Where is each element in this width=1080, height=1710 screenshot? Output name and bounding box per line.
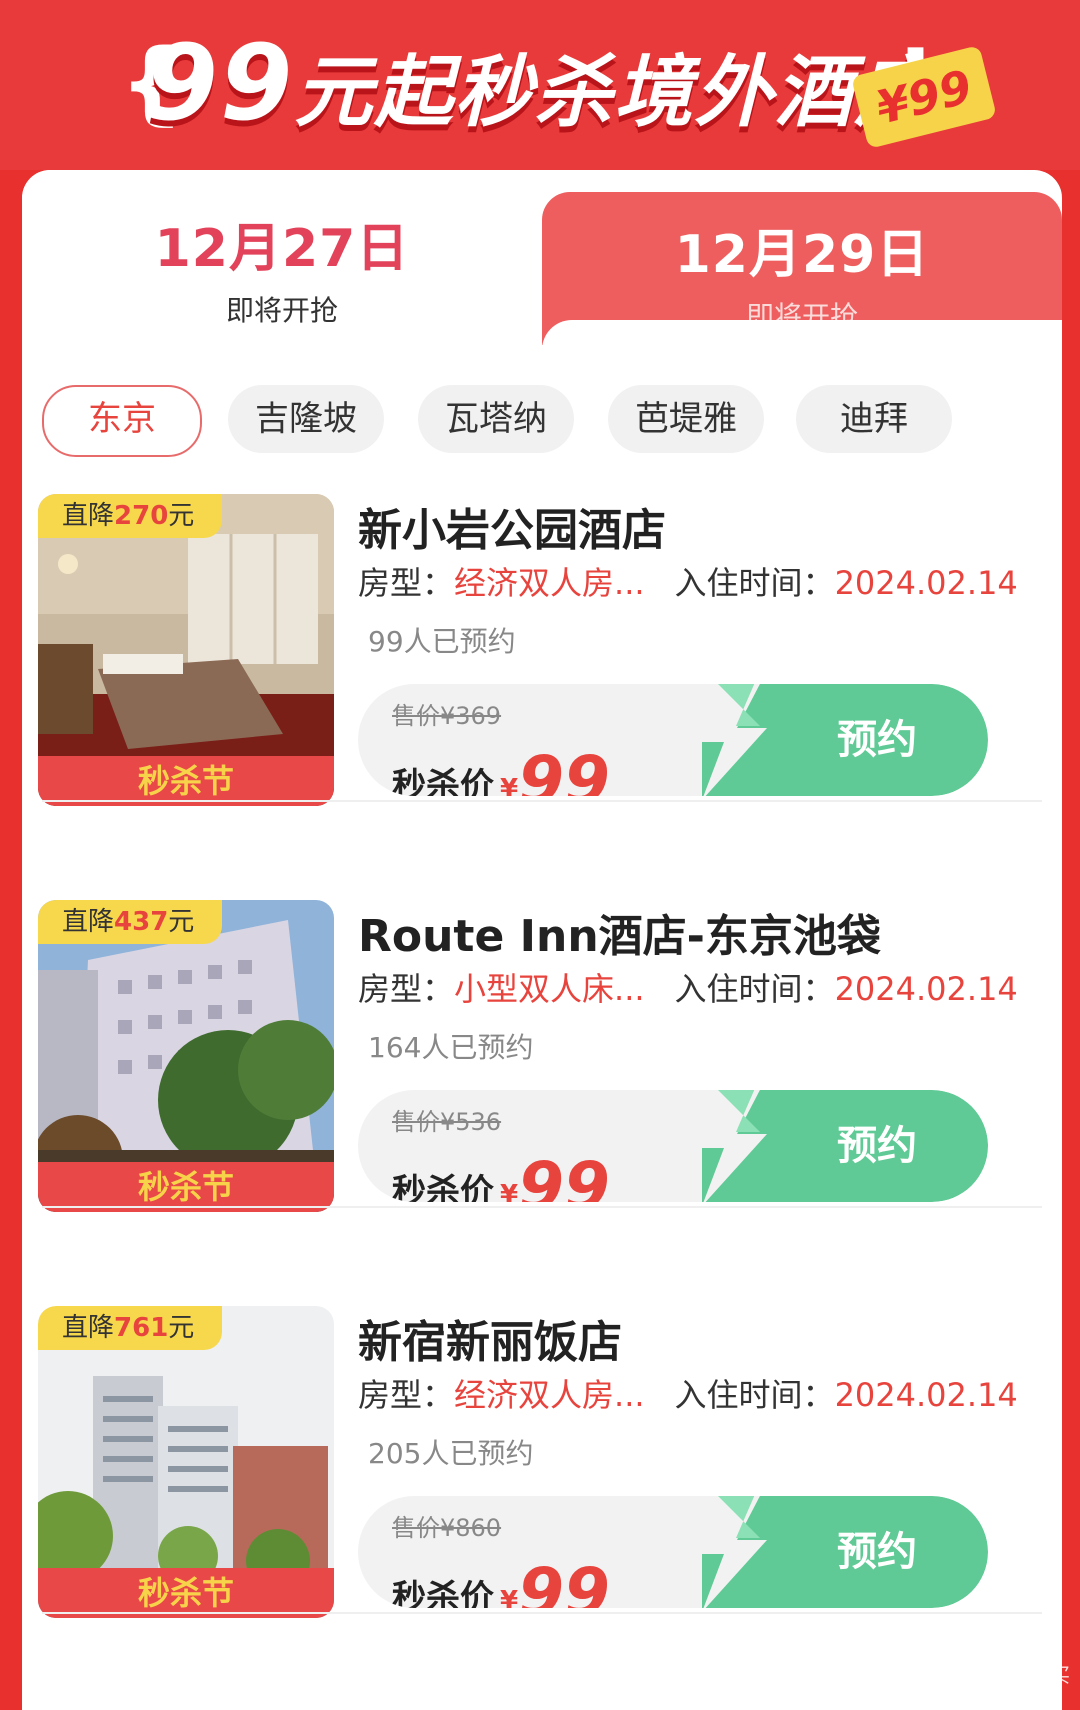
lightning-icon: [692, 1090, 767, 1202]
lightning-icon: [692, 684, 767, 796]
booked-count: 205人已预约: [368, 1437, 534, 1470]
divider: [42, 1612, 1042, 1614]
divider: [42, 800, 1042, 802]
book-label: 预约: [837, 1123, 917, 1169]
hotel-card[interactable]: 直降761元 秒杀节 新宿新丽饭店 房型：经济双人房... 入住时间：2024.0…: [38, 1306, 1048, 1626]
flash-price-value: 99: [518, 742, 610, 796]
city-chip-tokyo[interactable]: 东京: [42, 385, 202, 457]
checkin-date: 2024.02.14: [834, 1376, 1018, 1414]
flash-price: 秒杀价 ¥99: [392, 1142, 610, 1202]
currency-symbol: ¥: [500, 1180, 519, 1202]
city-chip-dubai[interactable]: 迪拜: [796, 385, 952, 453]
drop-suffix: 元: [168, 907, 195, 937]
orig-prefix: 售价: [392, 702, 440, 730]
watermark: 值 什么值得买: [943, 1663, 1070, 1687]
booked-count: 99人已预约: [368, 625, 516, 658]
tab-date: 12月27日: [154, 219, 410, 279]
orig-value: ¥369: [440, 702, 502, 730]
book-button[interactable]: 预约: [692, 1090, 988, 1202]
banner-price: 99: [145, 22, 295, 144]
hotel-photo: 直降761元 秒杀节: [38, 1306, 334, 1618]
checkin-label: 入住时间：: [674, 1376, 835, 1414]
hotel-meta: 房型：小型双人床... 入住时间：2024.02.14: [358, 964, 1018, 1010]
promo-banner: { 99元起秒杀境外酒店 ! ¥99: [0, 0, 1080, 170]
city-filter: 东京 吉隆坡 瓦塔纳 芭堤雅 迪拜: [42, 385, 1052, 457]
deals-panel: 12月29日 即将开抢 12月27日 即将开抢 东京 吉隆坡 瓦塔纳 芭堤雅 迪…: [22, 170, 1062, 1710]
flash-price: 秒杀价 ¥99: [392, 1548, 610, 1608]
room-type-label: 房型：: [358, 970, 455, 1008]
hotel-name[interactable]: 新宿新丽饭店: [358, 1306, 622, 1370]
book-button[interactable]: 预约: [692, 684, 988, 796]
booked-count: 164人已预约: [368, 1031, 534, 1064]
orig-prefix: 售价: [392, 1514, 440, 1542]
book-label: 预约: [837, 717, 917, 763]
drop-amount: 270: [114, 501, 169, 531]
checkin-label: 入住时间：: [674, 970, 835, 1008]
flash-price-value: 99: [518, 1554, 610, 1608]
drop-prefix: 直降: [62, 907, 115, 937]
tab-dec27[interactable]: 12月27日 即将开抢: [22, 170, 542, 345]
hotel-photo: 直降437元 秒杀节: [38, 900, 334, 1212]
hotel-card[interactable]: 直降270元 秒杀节 新小岩公园酒店 房型：经济双人房... 入住时间：2024.…: [38, 494, 1048, 814]
room-type-value: 经济双人房...: [454, 1376, 645, 1414]
flash-label: 秒杀价: [392, 1578, 494, 1608]
hotel-meta: 房型：经济双人房... 入住时间：2024.02.14: [358, 558, 1018, 604]
discount-tag: 直降270元: [38, 494, 223, 538]
sale-festival-label: 秒杀节: [38, 756, 334, 806]
tab-status: 即将开抢: [225, 294, 338, 327]
book-label: 预约: [837, 1529, 917, 1575]
sale-festival-label: 秒杀节: [38, 1162, 334, 1212]
currency-symbol: ¥: [500, 774, 519, 796]
book-button[interactable]: 预约: [692, 1496, 988, 1608]
drop-suffix: 元: [168, 1313, 195, 1343]
orig-value: ¥860: [440, 1514, 502, 1542]
room-type-label: 房型：: [358, 564, 455, 602]
city-chip-pattaya[interactable]: 芭堤雅: [608, 385, 764, 453]
drop-amount: 761: [114, 1313, 169, 1343]
flash-price-value: 99: [518, 1148, 610, 1202]
hotel-name[interactable]: 新小岩公园酒店: [358, 494, 666, 558]
hotel-name[interactable]: Route Inn酒店-东京池袋: [358, 900, 881, 964]
room-type-value: 经济双人房...: [454, 564, 645, 602]
tab-date: 12月29日: [674, 225, 930, 285]
flash-price: 秒杀价 ¥99: [392, 736, 610, 796]
checkin-date: 2024.02.14: [834, 564, 1018, 602]
drop-suffix: 元: [168, 501, 195, 531]
flash-label: 秒杀价: [392, 766, 494, 796]
price-bar: 售价¥860 秒杀价 ¥99 预约: [358, 1496, 988, 1608]
hotel-photo: 直降270元 秒杀节: [38, 494, 334, 806]
original-price: 售价¥860: [392, 1508, 501, 1543]
original-price: 售价¥536: [392, 1102, 501, 1137]
hotel-meta: 房型：经济双人房... 入住时间：2024.02.14: [358, 1370, 1018, 1416]
tab-divider: [542, 320, 1062, 350]
checkin-date: 2024.02.14: [834, 970, 1018, 1008]
divider: [42, 1206, 1042, 1208]
currency-symbol: ¥: [500, 1586, 519, 1608]
city-chip-kuala-lumpur[interactable]: 吉隆坡: [228, 385, 384, 453]
discount-tag: 直降437元: [38, 900, 223, 944]
room-type-label: 房型：: [358, 1376, 455, 1414]
hotel-card[interactable]: 直降437元 秒杀节 Route Inn酒店-东京池袋 房型：小型双人床... 入…: [38, 900, 1048, 1220]
flash-label: 秒杀价: [392, 1172, 494, 1202]
banner-text: 元起秒杀境外酒店: [294, 48, 935, 138]
discount-tag: 直降761元: [38, 1306, 223, 1350]
lightning-icon: [692, 1496, 767, 1608]
drop-prefix: 直降: [62, 1313, 115, 1343]
price-bar: 售价¥536 秒杀价 ¥99 预约: [358, 1090, 988, 1202]
orig-value: ¥536: [440, 1108, 502, 1136]
room-type-value: 小型双人床...: [454, 970, 645, 1008]
drop-prefix: 直降: [62, 501, 115, 531]
price-bar: 售价¥369 秒杀价 ¥99 预约: [358, 684, 988, 796]
orig-prefix: 售价: [392, 1108, 440, 1136]
checkin-label: 入住时间：: [674, 564, 835, 602]
drop-amount: 437: [114, 907, 169, 937]
original-price: 售价¥369: [392, 696, 501, 731]
city-chip-vadhana[interactable]: 瓦塔纳: [418, 385, 574, 453]
sale-festival-label: 秒杀节: [38, 1568, 334, 1618]
